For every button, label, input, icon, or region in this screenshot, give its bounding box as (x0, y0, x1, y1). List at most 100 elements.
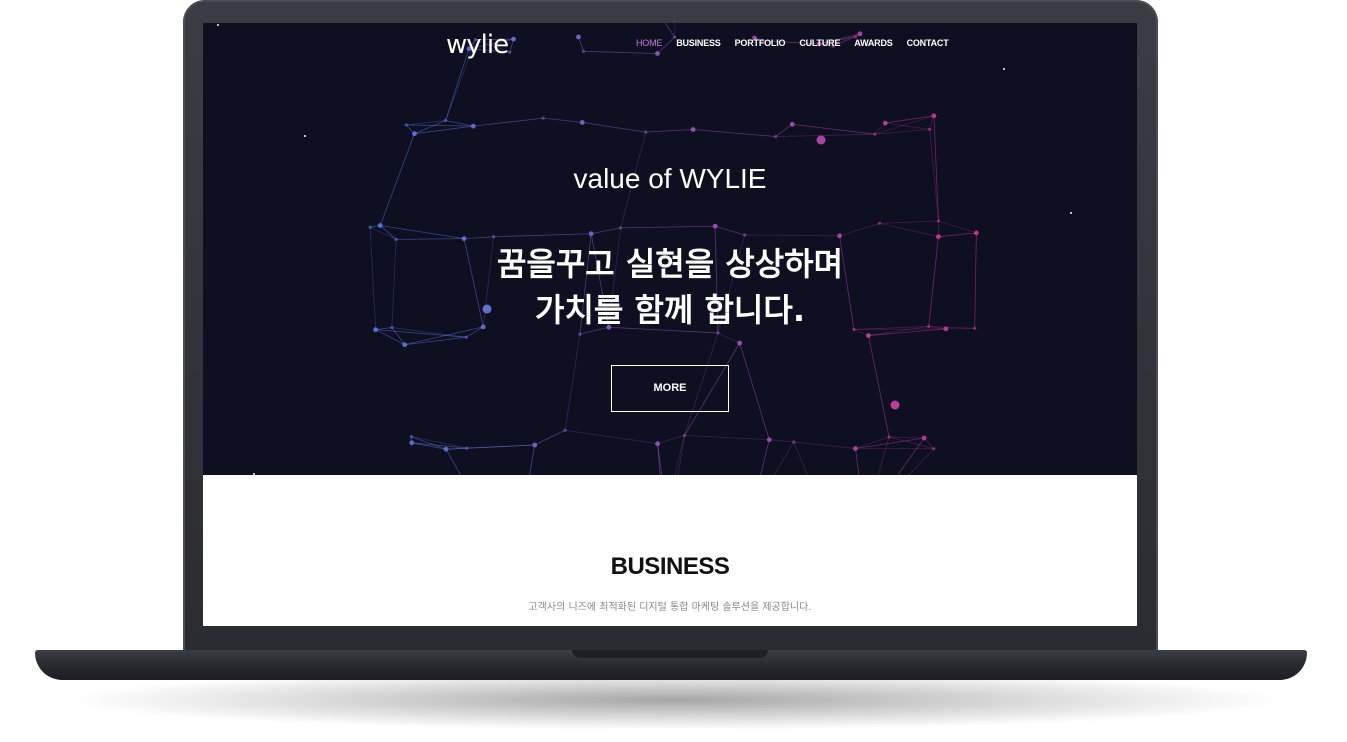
network-node (682, 433, 687, 438)
wylie-logo[interactable]: wylie (446, 30, 509, 60)
more-button[interactable]: MORE (611, 365, 729, 412)
hero-section: wylie HOME BUSINESS PORTFOLIO CULTURE AW… (203, 23, 1137, 475)
network-node (465, 446, 469, 450)
laptop-screen: wylie HOME BUSINESS PORTFOLIO CULTURE AW… (203, 23, 1137, 626)
network-node (877, 221, 882, 225)
network-node (792, 440, 796, 444)
network-link (938, 220, 977, 234)
network-node (588, 231, 594, 237)
nav-item-culture[interactable]: CULTURE (799, 38, 840, 48)
network-link (775, 133, 875, 137)
network-link (717, 332, 740, 344)
network-link (620, 225, 716, 229)
hero-title: 꿈을꾸고 실현을 상상하며 가치를 함께 합니다. (203, 241, 1137, 333)
network-link (877, 436, 890, 475)
network-node (464, 335, 468, 339)
network-link (529, 444, 536, 475)
network-link (839, 222, 880, 237)
network-link (938, 232, 977, 238)
network-link (760, 439, 770, 475)
network-link (889, 436, 925, 439)
network-node (444, 118, 448, 123)
nav-item-home[interactable]: HOME (636, 38, 662, 48)
network-node (816, 135, 826, 145)
network-node (890, 400, 900, 410)
network-node (928, 127, 932, 131)
network-link (879, 220, 939, 224)
business-section: BUSINESS 고객사의 니즈에 최적화된 디지털 통합 마케팅 솔루션을 제… (203, 475, 1137, 626)
network-link (792, 123, 875, 135)
network-node (712, 223, 718, 229)
network-link (773, 441, 795, 475)
nav-menu: HOME BUSINESS PORTFOLIO CULTURE AWARDS C… (636, 38, 949, 48)
nav-item-business[interactable]: BUSINESS (676, 38, 721, 48)
network-link (793, 441, 856, 449)
network-link (645, 129, 694, 133)
network-node (936, 234, 941, 240)
network-node (491, 235, 496, 239)
star (1070, 212, 1072, 214)
network-node (973, 230, 979, 236)
network-node (377, 223, 383, 228)
network-node (766, 437, 772, 443)
nav-item-awards[interactable]: AWARDS (854, 38, 893, 48)
network-link (464, 236, 494, 240)
network-node (532, 442, 538, 448)
network-link (404, 336, 467, 346)
network-link (564, 334, 581, 431)
network-node (563, 428, 567, 432)
hero-subtitle: value of WYLIE (573, 163, 767, 194)
nav-item-contact[interactable]: CONTACT (907, 38, 949, 48)
network-link (885, 115, 934, 124)
network-link (445, 449, 462, 475)
network-node (655, 441, 660, 447)
network-link (543, 117, 583, 123)
network-node (936, 219, 941, 223)
network-node (541, 116, 545, 120)
network-link (565, 429, 658, 445)
network-node (866, 333, 871, 338)
network-link (793, 441, 808, 475)
network-link (908, 448, 935, 475)
network-node (409, 440, 415, 446)
network-link (657, 435, 685, 445)
business-title: BUSINESS (610, 553, 730, 580)
network-node (932, 447, 936, 451)
network-node (579, 119, 585, 125)
network-node (743, 233, 747, 237)
network-link (889, 436, 935, 450)
nav-item-portfolio[interactable]: PORTFOLIO (735, 38, 786, 48)
network-link (879, 222, 939, 238)
network-link (369, 226, 397, 240)
laptop-notch (572, 650, 768, 658)
network-node (368, 225, 372, 229)
network-link (769, 439, 794, 443)
network-link (445, 120, 474, 127)
network-link (744, 234, 840, 237)
network-link (684, 435, 770, 441)
network-link (396, 238, 465, 240)
business-description: 고객사의 니즈에 최적화된 디지털 통합 마케팅 솔루션을 제공합니다. (528, 602, 812, 613)
network-link (677, 435, 685, 475)
network-node (853, 446, 858, 451)
star (304, 135, 306, 137)
network-node (443, 446, 449, 452)
network-node (774, 134, 778, 139)
network-link (868, 335, 890, 438)
network-node (404, 123, 408, 127)
network-node (921, 435, 927, 441)
network-link (582, 122, 646, 133)
network-link (445, 447, 467, 450)
network-node (412, 131, 417, 137)
network-link (714, 225, 745, 236)
network-node (618, 226, 623, 230)
network-node (690, 127, 696, 132)
network-link (693, 129, 776, 137)
network-node (644, 130, 648, 134)
network-node (887, 435, 891, 439)
network-link (473, 117, 544, 127)
network-node (578, 332, 582, 336)
network-link (406, 124, 474, 127)
hero-title-line-1: 꿈을꾸고 실현을 상상하며 (496, 245, 844, 283)
network-node (873, 132, 877, 136)
